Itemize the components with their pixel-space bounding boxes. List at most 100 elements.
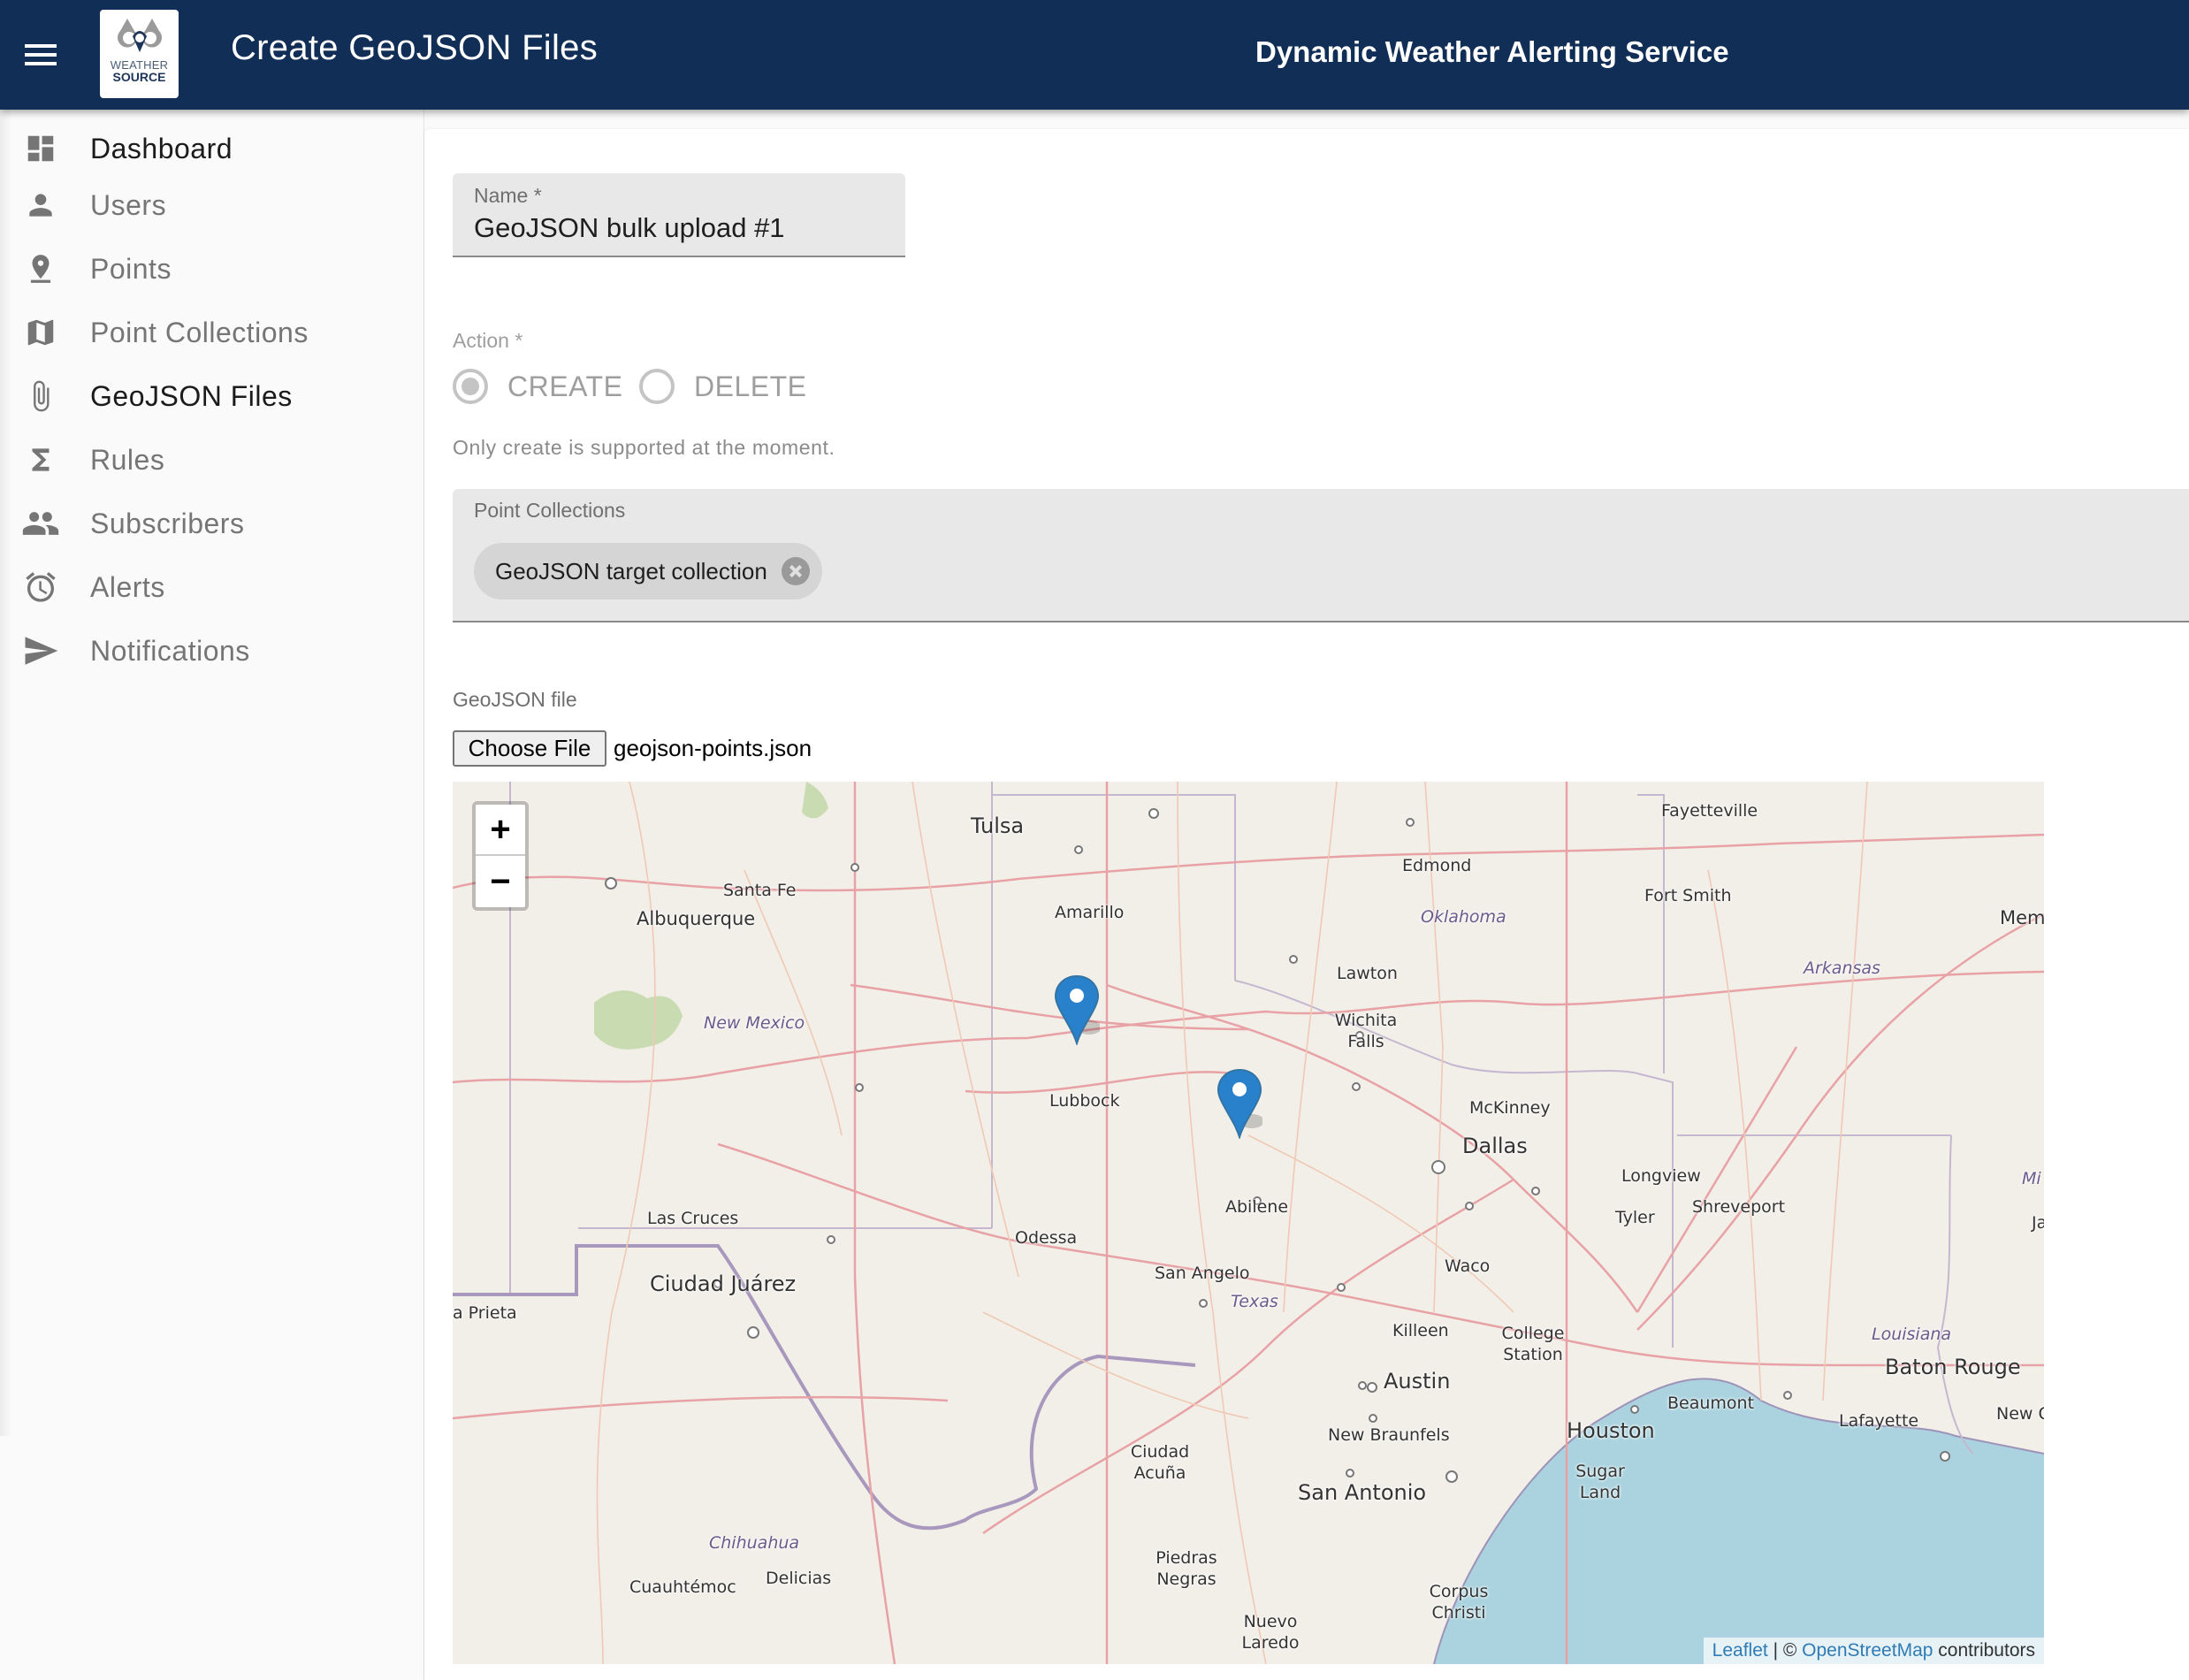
map-label: Ciudad Acuña — [1130, 1442, 1190, 1483]
map-label: Cuauhtémoc — [629, 1577, 736, 1597]
map-label: Louisiana — [1872, 1325, 1952, 1344]
chip-remove-icon[interactable] — [781, 557, 810, 585]
sidebar-item-users[interactable]: Users — [0, 177, 424, 233]
map-label: New Braunfels — [1328, 1425, 1450, 1445]
map-label: Lawton — [1337, 964, 1398, 983]
alarm-clock-icon — [21, 568, 60, 607]
map-label: Sugar Land — [1575, 1462, 1625, 1502]
logo-drops-icon — [117, 19, 162, 52]
sidebar-item-label: Users — [90, 188, 167, 221]
sidebar-item-dashboard[interactable]: Dashboard — [0, 120, 424, 177]
map-label: Tyler — [1615, 1208, 1655, 1227]
hamburger-menu-icon[interactable] — [19, 34, 62, 76]
sidebar-item-point-collections[interactable]: Point Collections — [0, 304, 424, 361]
map-label: College Station — [1501, 1324, 1565, 1364]
map[interactable]: Tulsa Fayetteville Edmond Fort Smith San… — [453, 782, 2044, 1664]
sidebar-item-alerts[interactable]: Alerts — [0, 559, 424, 615]
sidebar-item-label: GeoJSON Files — [90, 379, 293, 412]
map-label: Nuevo Laredo — [1241, 1612, 1300, 1653]
dashboard-icon — [21, 129, 60, 168]
sidebar-item-label: Dashboard — [90, 132, 233, 164]
map-label: Wichita Falls — [1334, 1011, 1398, 1051]
map-attribution: Leaflet | © OpenStreetMap contributors — [1703, 1638, 2044, 1664]
map-label: Corpus Christi — [1429, 1582, 1489, 1623]
map-label: Ciudad Juárez — [650, 1271, 797, 1296]
map-label: San Angelo — [1155, 1264, 1250, 1283]
map-label: Amarillo — [1055, 903, 1125, 922]
radio-label: CREATE — [507, 370, 623, 402]
sidebar-item-geojson-files[interactable]: GeoJSON Files — [0, 368, 424, 424]
name-field[interactable]: Name * — [453, 173, 905, 257]
map-label: Mem — [2000, 907, 2044, 928]
map-label: Las Cruces — [647, 1209, 739, 1228]
map-label: New Mexico — [704, 1013, 805, 1033]
sidebar-item-label: Alerts — [90, 570, 165, 603]
action-helper-text: Only create is supported at the moment. — [453, 436, 835, 459]
map-label: Albuquerque — [637, 908, 756, 929]
map-label: Killeen — [1392, 1321, 1449, 1340]
pin-drop-icon — [21, 249, 60, 288]
map-label: Fayetteville — [1661, 801, 1758, 821]
name-field-label: Name * — [474, 184, 542, 207]
map-label: Waco — [1445, 1256, 1491, 1276]
attribution-suffix: contributors — [1933, 1640, 2035, 1661]
zoom-in-button[interactable]: + — [476, 805, 525, 856]
radio-checked-icon[interactable] — [453, 369, 488, 404]
map-zoom-control: + − — [472, 801, 529, 911]
sidebar-item-label: Rules — [90, 443, 165, 476]
map-label: Texas — [1231, 1292, 1278, 1311]
map-label: Chihuahua — [709, 1533, 800, 1553]
map-label: Houston — [1567, 1418, 1655, 1443]
sidebar-item-label: Subscribers — [90, 507, 245, 539]
service-title: Dynamic Weather Alerting Service — [1255, 35, 1729, 68]
sidebar-item-label: Points — [90, 252, 172, 285]
sidebar-item-label: Point Collections — [90, 316, 309, 348]
leaflet-link[interactable]: Leaflet — [1712, 1640, 1768, 1661]
map-label: Fort Smith — [1644, 886, 1732, 905]
map-label: New Or — [1996, 1404, 2044, 1424]
map-label: Abilene — [1225, 1197, 1289, 1217]
map-label: Santa Fe — [723, 881, 797, 900]
sidebar-item-rules[interactable]: Rules — [0, 431, 424, 488]
map-label: Piedras Negras — [1156, 1548, 1217, 1589]
radio-create[interactable]: CREATE — [453, 367, 622, 406]
point-collections-field[interactable]: Point Collections GeoJSON target collect… — [453, 489, 2189, 622]
map-marker-icon[interactable] — [1217, 1068, 1262, 1139]
map-label: Odessa — [1015, 1228, 1078, 1248]
weather-source-logo: WEATHER SOURCE — [100, 10, 179, 98]
map-label: Dallas — [1462, 1134, 1528, 1158]
map-label: Oklahoma — [1421, 907, 1506, 927]
sidebar-item-label: Notifications — [90, 634, 250, 667]
radio-delete[interactable]: DELETE — [639, 367, 806, 406]
sidebar-item-notifications[interactable]: Notifications — [0, 622, 424, 679]
map-label: Edmond — [1402, 856, 1472, 875]
map-label: Shreveport — [1692, 1197, 1786, 1217]
map-label: Lafayette — [1839, 1411, 1919, 1431]
action-label: Action * — [453, 329, 523, 352]
send-icon — [21, 631, 60, 670]
map-label: Tulsa — [971, 813, 1025, 838]
name-input[interactable] — [474, 212, 889, 244]
person-icon — [21, 186, 60, 225]
map-label: Longview — [1621, 1166, 1701, 1186]
page-title: Create GeoJSON Files — [231, 28, 599, 67]
sidebar: Dashboard Users Points Point Collections… — [0, 110, 424, 1680]
zoom-out-button[interactable]: − — [476, 856, 525, 907]
sidebar-item-subscribers[interactable]: Subscribers — [0, 495, 424, 552]
gulf-water — [1434, 1378, 2044, 1664]
openstreetmap-link[interactable]: OpenStreetMap — [1802, 1640, 1933, 1661]
map-marker-icon[interactable] — [1054, 974, 1100, 1045]
map-label: San Antonio — [1298, 1480, 1427, 1505]
app-bar: WEATHER SOURCE Create GeoJSON Files Dyna… — [0, 0, 2189, 110]
collection-chip[interactable]: GeoJSON target collection — [474, 543, 822, 599]
people-icon — [21, 504, 60, 543]
map-label: Delicias — [766, 1569, 832, 1588]
sigma-icon — [21, 440, 60, 479]
map-label: Jackso — [2032, 1213, 2044, 1233]
radio-unchecked-icon[interactable] — [639, 369, 675, 404]
attribution-separator: | © — [1767, 1640, 1803, 1661]
choose-file-button[interactable]: Choose File — [453, 730, 606, 767]
map-label: a Prieta — [453, 1303, 517, 1323]
map-icon — [21, 313, 60, 352]
sidebar-item-points[interactable]: Points — [0, 241, 424, 297]
